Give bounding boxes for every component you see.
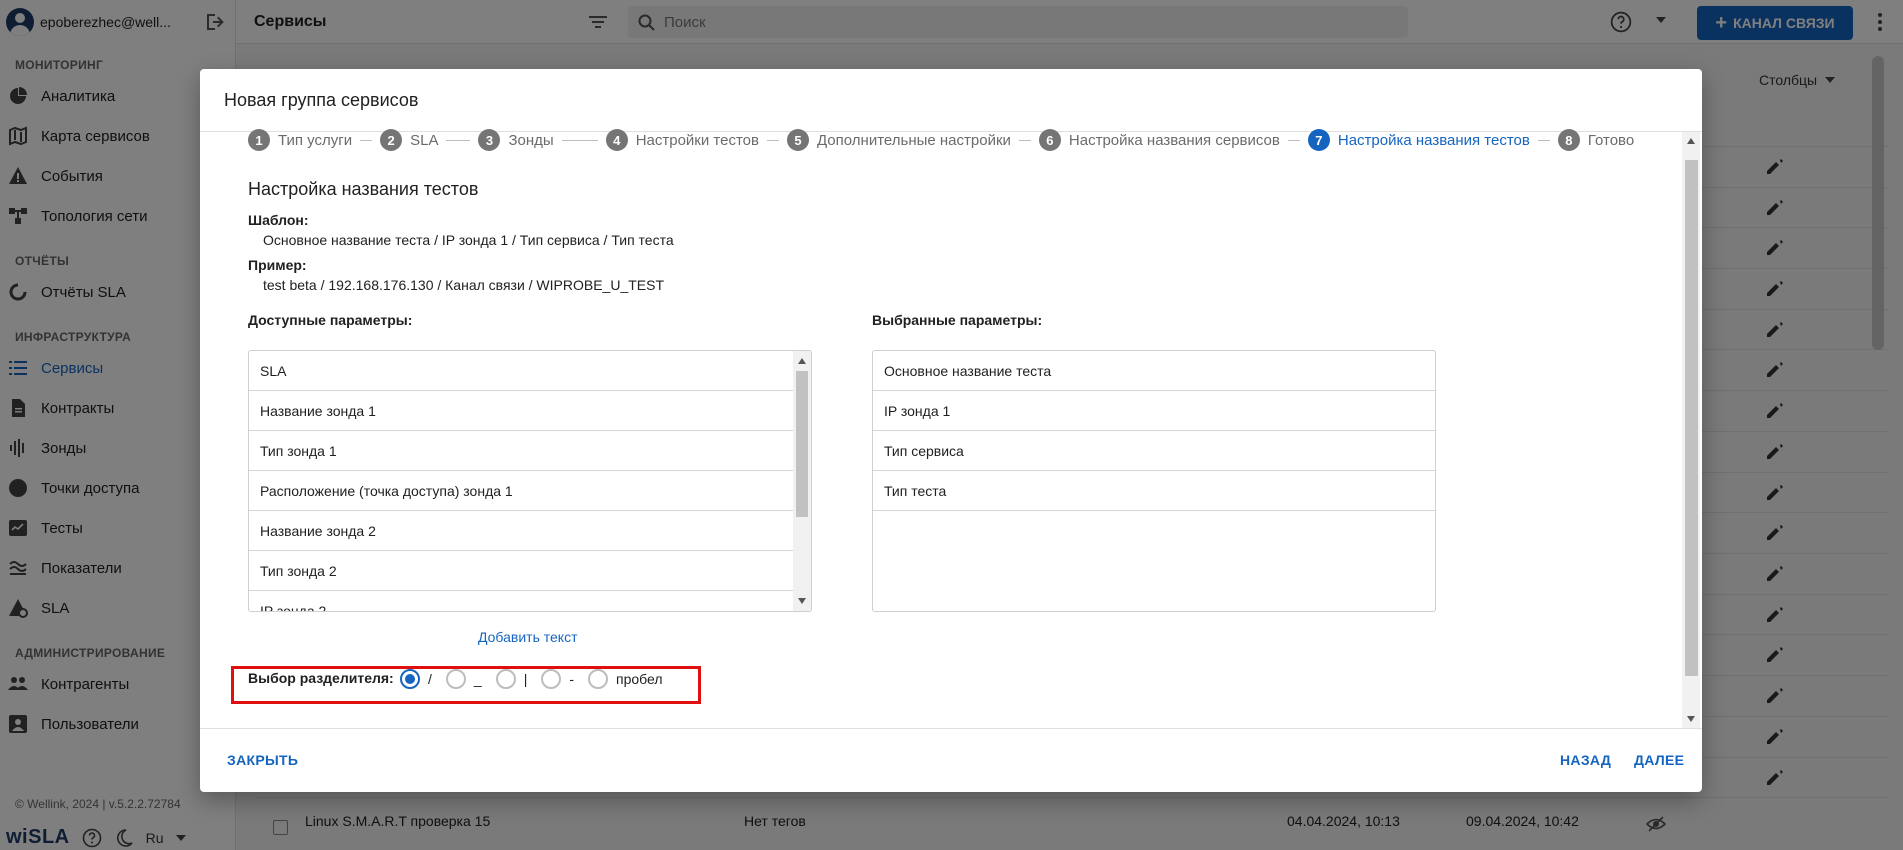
list-item[interactable]: Название зонда 1 xyxy=(249,391,811,431)
scroll-thumb[interactable] xyxy=(1685,160,1698,676)
list-item[interactable]: Тип зонда 2 xyxy=(249,551,811,591)
step-additional-settings[interactable]: 5 Дополнительные настройки xyxy=(786,129,1011,151)
scroll-down-icon[interactable] xyxy=(798,598,806,604)
separator-option-pipe[interactable]: | xyxy=(495,669,528,689)
step-probes[interactable]: 3 Зонды xyxy=(478,129,554,151)
step-connector xyxy=(360,139,373,141)
step-label: Дополнительные настройки xyxy=(816,131,1011,149)
separator-option-dash[interactable]: - xyxy=(541,669,574,689)
dialog-scrollbar[interactable] xyxy=(1682,132,1700,728)
step-test-naming[interactable]: 7 Настройка названия тестов xyxy=(1307,129,1530,151)
scroll-down-icon[interactable] xyxy=(1687,716,1695,722)
radio-label: _ xyxy=(473,671,482,687)
template-label: Шаблон: xyxy=(248,212,309,228)
step-service-naming[interactable]: 6 Настройка названия сервисов xyxy=(1038,129,1280,151)
section-heading: Настройка названия тестов xyxy=(248,179,479,199)
scroll-up-icon[interactable] xyxy=(1687,138,1695,144)
step-label: Тип услуги xyxy=(278,131,353,149)
step-connector xyxy=(766,139,779,141)
step-label: Настройки тестов xyxy=(635,131,759,149)
step-connector xyxy=(1018,139,1031,141)
list-item[interactable]: IP зонда 2 xyxy=(249,591,811,612)
step-connector xyxy=(446,139,471,141)
list-item[interactable]: Тип сервиса xyxy=(873,431,1435,471)
scroll-up-icon[interactable] xyxy=(798,358,806,364)
example-value: test beta / 192.168.176.130 / Канал связ… xyxy=(263,277,665,293)
separator-option-space[interactable]: пробел xyxy=(588,669,663,689)
radio-label: - xyxy=(569,671,574,687)
selected-params-label: Выбранные параметры: xyxy=(872,312,1043,328)
stepper: 1 Тип услуги 2 SLA 3 Зонды 4 Настройки тесто… xyxy=(248,129,1634,151)
step-label: Зонды xyxy=(508,131,554,149)
step-label: Настройка названия сервисов xyxy=(1068,131,1280,149)
available-params-label: Доступные параметры: xyxy=(248,312,413,328)
radio-circle[interactable] xyxy=(400,669,420,689)
step-number: 6 xyxy=(1038,129,1061,151)
radio-label: / xyxy=(428,671,432,687)
step-sla[interactable]: 2 SLA xyxy=(380,129,438,151)
step-done[interactable]: 8 Готово xyxy=(1557,129,1635,151)
step-number: 1 xyxy=(248,129,270,151)
dialog-title: Новая группа сервисов xyxy=(224,90,419,110)
step-number: 2 xyxy=(380,129,403,151)
example-label: Пример: xyxy=(248,257,307,273)
step-label: Готово xyxy=(1587,131,1635,149)
divider xyxy=(200,728,1702,729)
list-item[interactable]: Расположение (точка доступа) зонда 1 xyxy=(249,471,811,511)
new-service-group-dialog: Новая группа сервисов 1 Тип услуги 2 SLA 3… xyxy=(200,69,1702,792)
next-button[interactable]: ДАЛЕЕ xyxy=(1634,752,1684,768)
step-connector xyxy=(1537,139,1550,141)
add-text-link[interactable]: Добавить текст xyxy=(478,629,578,645)
separator-radio-group: / _ | - пробел xyxy=(400,668,677,690)
separator-option-underscore[interactable]: _ xyxy=(445,669,482,689)
step-number: 5 xyxy=(786,129,809,151)
template-value: Основное название теста / IP зонда 1 / Т… xyxy=(263,232,674,248)
radio-circle[interactable] xyxy=(541,669,562,689)
list-item[interactable]: IP зонда 1 xyxy=(873,391,1435,431)
close-button[interactable]: ЗАКРЫТЬ xyxy=(227,752,298,768)
separator-option-slash[interactable]: / xyxy=(400,669,432,689)
step-connector xyxy=(561,139,598,141)
radio-circle[interactable] xyxy=(445,669,466,689)
back-button[interactable]: НАЗАД xyxy=(1560,752,1611,768)
separator-label: Выбор разделителя: xyxy=(248,670,394,686)
list-item[interactable]: Название зонда 2 xyxy=(249,511,811,551)
step-number: 4 xyxy=(605,129,628,151)
step-number: 3 xyxy=(478,129,501,151)
step-number: 7 xyxy=(1307,129,1330,151)
list-item[interactable]: Тип теста xyxy=(873,471,1435,511)
selected-params-list[interactable]: Основное название теста IP зонда 1 Тип с… xyxy=(872,350,1436,612)
list-item[interactable]: Основное название теста xyxy=(873,351,1435,391)
step-number: 8 xyxy=(1557,129,1580,151)
list-item[interactable]: SLA xyxy=(249,351,811,391)
list-item[interactable]: Тип зонда 1 xyxy=(249,431,811,471)
radio-label: пробел xyxy=(616,671,663,687)
step-test-settings[interactable]: 4 Настройки тестов xyxy=(605,129,759,151)
step-label: SLA xyxy=(410,131,439,149)
list-scrollbar[interactable] xyxy=(793,351,811,611)
radio-circle[interactable] xyxy=(495,669,516,689)
radio-circle[interactable] xyxy=(588,669,608,689)
available-params-list[interactable]: SLA Название зонда 1 Тип зонда 1 Располо… xyxy=(248,350,812,612)
step-service-type[interactable]: 1 Тип услуги xyxy=(248,129,352,151)
scroll-thumb[interactable] xyxy=(796,371,808,517)
step-connector xyxy=(1287,139,1300,141)
step-label: Настройка названия тестов xyxy=(1337,131,1530,149)
radio-label: | xyxy=(523,671,528,687)
